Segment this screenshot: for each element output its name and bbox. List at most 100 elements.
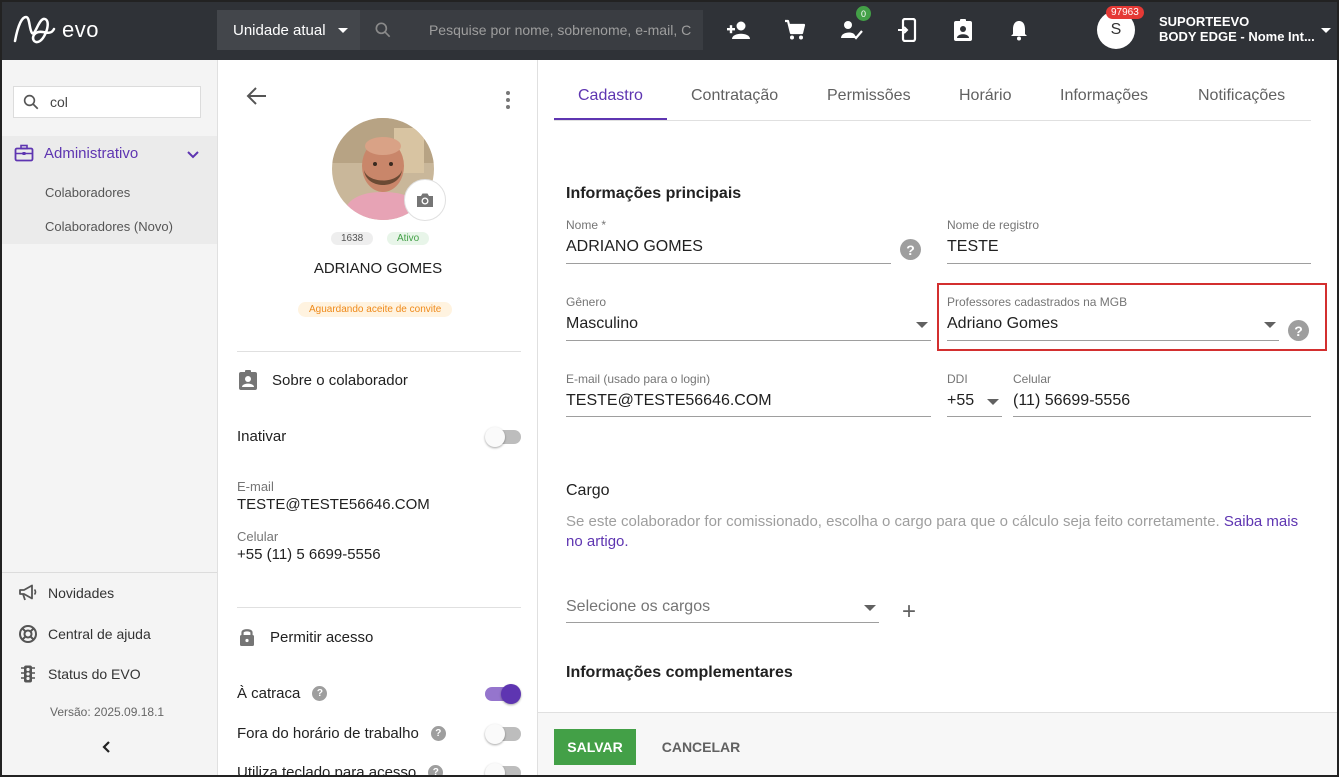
save-button[interactable]: SALVAR [554,729,636,765]
menu-item-label: Status do EVO [48,666,141,682]
genero-underline [566,340,931,341]
menu-item-colaboradores-novo[interactable]: Colaboradores (Novo) [45,219,173,234]
registro-underline [947,263,1311,264]
user-menu[interactable]: SUPORTEEVO BODY EDGE - Nome Int... [1159,14,1317,44]
cancel-button[interactable]: CANCELAR [656,729,746,765]
user-menu-caret-icon[interactable] [1321,28,1331,33]
more-vert-icon[interactable] [505,90,511,110]
dropdown-caret-icon[interactable] [987,399,999,405]
access-section-title: Permitir acesso [270,628,374,646]
help-icon[interactable]: ? [312,686,328,701]
ddi-label: DDI [947,372,968,386]
lifebuoy-icon [19,625,37,643]
tab-notificacoes[interactable]: Notificações [1198,87,1285,105]
search-icon [23,94,39,110]
login-email-label: E-mail (usado para o login) [566,372,711,386]
nome-underline [566,263,891,264]
global-search-input[interactable] [428,22,703,38]
profile-panel: 1638 Ativo ADRIANO GOMES Aguardando acei… [218,60,538,777]
inativar-toggle[interactable] [485,427,521,447]
add-cargo-icon[interactable]: + [902,598,916,626]
celular-label: Celular [1013,372,1052,386]
tab-permissoes[interactable]: Permissões [827,87,911,105]
tab-horario[interactable]: Horário [959,87,1011,105]
global-search[interactable] [360,10,703,50]
registro-input[interactable]: TESTE [947,238,999,256]
about-section-header: Sobre o colaborador [238,369,408,391]
cargos-select[interactable]: Selecione os cargos [566,598,710,616]
collapse-sidebar-icon[interactable] [100,740,114,754]
help-icon[interactable]: ? [1288,320,1309,341]
chevron-down-icon[interactable] [187,151,199,159]
dropdown-caret-icon[interactable] [1264,322,1276,328]
inativar-label: Inativar [237,428,287,445]
dropdown-caret-icon[interactable] [916,322,928,328]
celular-input[interactable]: (11) 56699-5556 [1013,392,1130,410]
tab-cadastro[interactable]: Cadastro [578,87,643,105]
divider [237,607,521,608]
tab-informacoes[interactable]: Informações [1060,87,1148,105]
teclado-toggle[interactable] [485,763,521,777]
cargo-description-text: Se este colaborador for comissionado, es… [566,513,1224,530]
cargo-title: Cargo [566,482,610,499]
about-section-title: Sobre o colaborador [272,371,408,389]
celular-underline [1013,416,1311,417]
tasks-badge: 0 [856,6,871,21]
catraca-toggle[interactable] [485,684,521,704]
back-arrow-icon[interactable] [246,85,268,107]
user-name: SUPORTEEVO [1159,14,1250,29]
ddi-select[interactable]: +55 [947,392,974,410]
dropdown-caret-icon[interactable] [864,605,876,611]
mgb-underline [947,340,1279,341]
menu-item-novidades[interactable]: Novidades [18,584,114,602]
change-photo-button[interactable] [404,179,446,221]
genero-select[interactable]: Masculino [566,315,638,333]
sidebar-search-value: col [50,94,68,110]
toggle-knob [485,763,505,777]
access-section-header: Permitir acesso [238,626,373,648]
collaborator-id-chip: 1638 [331,232,374,245]
tab-contratacao[interactable]: Contratação [691,87,778,105]
add-person-icon[interactable] [725,16,753,44]
nome-input[interactable]: ADRIANO GOMES [566,238,703,256]
genero-label: Gênero [566,295,607,309]
bell-icon[interactable] [1005,16,1033,44]
section-title-extra: Informações complementares [566,664,793,681]
fora-horario-toggle[interactable] [485,724,521,744]
menu-item-administrativo[interactable]: Administrativo [14,144,138,162]
menu-item-colaboradores[interactable]: Colaboradores [45,185,130,200]
cart-icon[interactable] [781,16,809,44]
badge-contact-icon[interactable] [949,16,977,44]
logo-text: evo [62,17,99,42]
divider [237,351,521,352]
badge-contact-icon [239,370,257,390]
lock-icon [240,629,254,646]
sidebar-search[interactable]: col [13,86,201,118]
tab-bar: Cadastro Contratação Permissões Horário … [554,60,1311,121]
mgb-select[interactable]: Adriano Gomes [947,315,1058,333]
menu-item-label: Administrativo [44,144,139,162]
unit-selector[interactable]: Unidade atual [217,10,360,50]
fora-horario-row: Fora do horário de trabalho ? [237,725,446,742]
help-icon[interactable]: ? [900,239,921,260]
menu-group-administrativo: Administrativo Colaboradores Colaborador… [0,136,217,244]
menu-item-status-evo[interactable]: Status do EVO [18,664,141,684]
user-company: BODY EDGE - Nome Int... [1159,29,1315,44]
menu-item-label: Novidades [48,585,115,601]
evo-logo[interactable]: evo [12,10,99,50]
teclado-row: Utiliza teclado para acesso ? [237,764,444,777]
tasks-icon[interactable]: 0 [837,6,871,44]
cargos-underline [566,622,879,623]
help-icon[interactable]: ? [430,726,446,741]
mobile-phone-icon[interactable] [893,16,921,44]
caret-down-icon [337,27,348,33]
mgb-label: Professores cadastrados na MGB [947,295,1128,309]
login-email-input[interactable]: TESTE@TESTE56646.COM [566,392,772,410]
briefcase-icon [14,144,34,162]
status-badge: Ativo [387,232,430,245]
form-footer: SALVAR CANCELAR [538,712,1339,777]
left-sidebar: col Administrativo Colaboradores Colabor… [0,60,218,777]
app-version: Versão: 2025.09.18.1 [50,705,165,719]
help-icon[interactable]: ? [428,765,444,777]
menu-item-central-ajuda[interactable]: Central de ajuda [18,624,151,644]
